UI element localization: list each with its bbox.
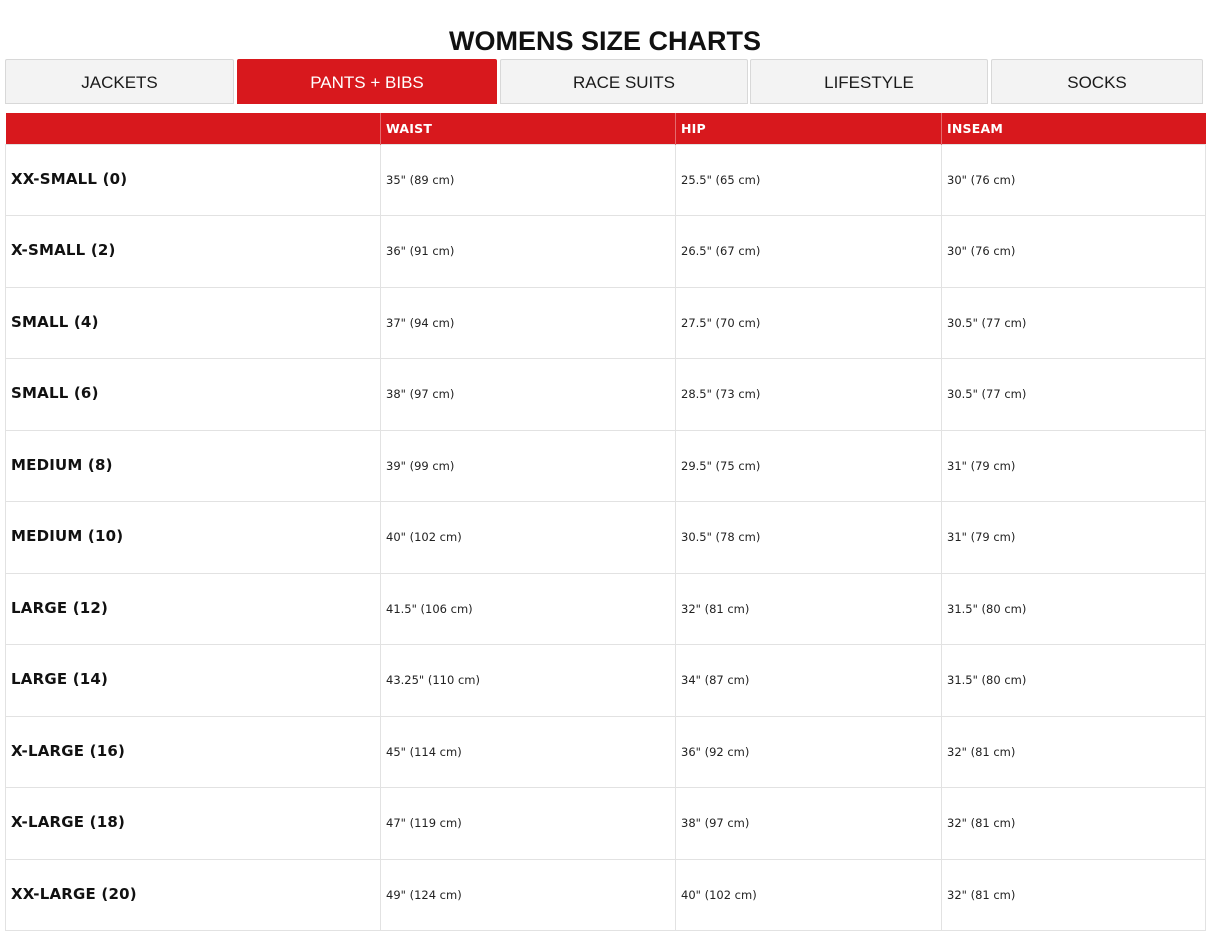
- table-row: SMALL (6) 38" (97 cm) 28.5" (73 cm) 30.5…: [5, 358, 1206, 431]
- size-cell: SMALL (4): [5, 286, 381, 359]
- waist-cell: 41.5" (106 cm): [380, 572, 676, 645]
- waist-cell: 37" (94 cm): [380, 286, 676, 359]
- table-row: LARGE (14) 43.25" (110 cm) 34" (87 cm) 3…: [5, 644, 1206, 717]
- hip-cell: 26.5" (67 cm): [675, 215, 942, 288]
- inseam-cell: 31" (79 cm): [941, 501, 1206, 574]
- table-row: XX-SMALL (0) 35" (89 cm) 25.5" (65 cm) 3…: [5, 143, 1206, 216]
- header-hip: HIP: [675, 113, 942, 144]
- waist-cell: 49" (124 cm): [380, 858, 676, 931]
- tab-race-suits[interactable]: RACE SUITS: [500, 59, 748, 104]
- header-row: WAIST HIP INSEAM: [5, 113, 1206, 144]
- waist-cell: 43.25" (110 cm): [380, 644, 676, 717]
- inseam-cell: 32" (81 cm): [941, 858, 1206, 931]
- inseam-cell: 30" (76 cm): [941, 215, 1206, 288]
- table-row: X-SMALL (2) 36" (91 cm) 26.5" (67 cm) 30…: [5, 215, 1206, 288]
- inseam-cell: 32" (81 cm): [941, 787, 1206, 860]
- waist-cell: 38" (97 cm): [380, 358, 676, 431]
- hip-cell: 25.5" (65 cm): [675, 143, 942, 216]
- header-waist: WAIST: [380, 113, 676, 144]
- hip-cell: 27.5" (70 cm): [675, 286, 942, 359]
- tab-pants-bibs[interactable]: PANTS + BIBS: [237, 59, 497, 104]
- size-cell: LARGE (14): [5, 644, 381, 717]
- header-size: [5, 113, 381, 144]
- page-title: WOMENS SIZE CHARTS: [448, 26, 761, 57]
- inseam-cell: 31.5" (80 cm): [941, 572, 1206, 645]
- table-row: MEDIUM (10) 40" (102 cm) 30.5" (78 cm) 3…: [5, 501, 1206, 574]
- table-row: X-LARGE (18) 47" (119 cm) 38" (97 cm) 32…: [5, 787, 1206, 860]
- size-cell: SMALL (6): [5, 358, 381, 431]
- hip-cell: 36" (92 cm): [675, 715, 942, 788]
- size-cell: MEDIUM (10): [5, 501, 381, 574]
- hip-cell: 38" (97 cm): [675, 787, 942, 860]
- waist-cell: 45" (114 cm): [380, 715, 676, 788]
- hip-cell: 29.5" (75 cm): [675, 429, 942, 502]
- table-body: XX-SMALL (0) 35" (89 cm) 25.5" (65 cm) 3…: [5, 143, 1206, 931]
- table-row: SMALL (4) 37" (94 cm) 27.5" (70 cm) 30.5…: [5, 286, 1206, 359]
- waist-cell: 36" (91 cm): [380, 215, 676, 288]
- inseam-cell: 30.5" (77 cm): [941, 358, 1206, 431]
- table-header: WAIST HIP INSEAM: [5, 113, 1206, 144]
- inseam-cell: 30.5" (77 cm): [941, 286, 1206, 359]
- hip-cell: 40" (102 cm): [675, 858, 942, 931]
- hip-cell: 28.5" (73 cm): [675, 358, 942, 431]
- size-cell: XX-SMALL (0): [5, 143, 381, 216]
- inseam-cell: 31" (79 cm): [941, 429, 1206, 502]
- inseam-cell: 32" (81 cm): [941, 715, 1206, 788]
- hip-cell: 32" (81 cm): [675, 572, 942, 645]
- tab-jackets[interactable]: JACKETS: [5, 59, 234, 104]
- table-row: X-LARGE (16) 45" (114 cm) 36" (92 cm) 32…: [5, 715, 1206, 788]
- table-row: MEDIUM (8) 39" (99 cm) 29.5" (75 cm) 31"…: [5, 429, 1206, 502]
- size-chart-table: WAIST HIP INSEAM XX-SMALL (0) 35" (89 cm…: [5, 113, 1206, 931]
- waist-cell: 39" (99 cm): [380, 429, 676, 502]
- tab-lifestyle[interactable]: LIFESTYLE: [750, 59, 988, 104]
- waist-cell: 35" (89 cm): [380, 143, 676, 216]
- size-cell: LARGE (12): [5, 572, 381, 645]
- tab-socks[interactable]: SOCKS: [991, 59, 1203, 104]
- header-inseam: INSEAM: [941, 113, 1206, 144]
- hip-cell: 34" (87 cm): [675, 644, 942, 717]
- size-cell: XX-LARGE (20): [5, 858, 381, 931]
- size-cell: MEDIUM (8): [5, 429, 381, 502]
- inseam-cell: 31.5" (80 cm): [941, 644, 1206, 717]
- table-row: XX-LARGE (20) 49" (124 cm) 40" (102 cm) …: [5, 858, 1206, 931]
- size-cell: X-LARGE (18): [5, 787, 381, 860]
- size-cell: X-LARGE (16): [5, 715, 381, 788]
- hip-cell: 30.5" (78 cm): [675, 501, 942, 574]
- table-row: LARGE (12) 41.5" (106 cm) 32" (81 cm) 31…: [5, 572, 1206, 645]
- waist-cell: 47" (119 cm): [380, 787, 676, 860]
- size-chart-tabs: JACKETS PANTS + BIBS RACE SUITS LIFESTYL…: [0, 59, 1214, 106]
- waist-cell: 40" (102 cm): [380, 501, 676, 574]
- size-cell: X-SMALL (2): [5, 215, 381, 288]
- inseam-cell: 30" (76 cm): [941, 143, 1206, 216]
